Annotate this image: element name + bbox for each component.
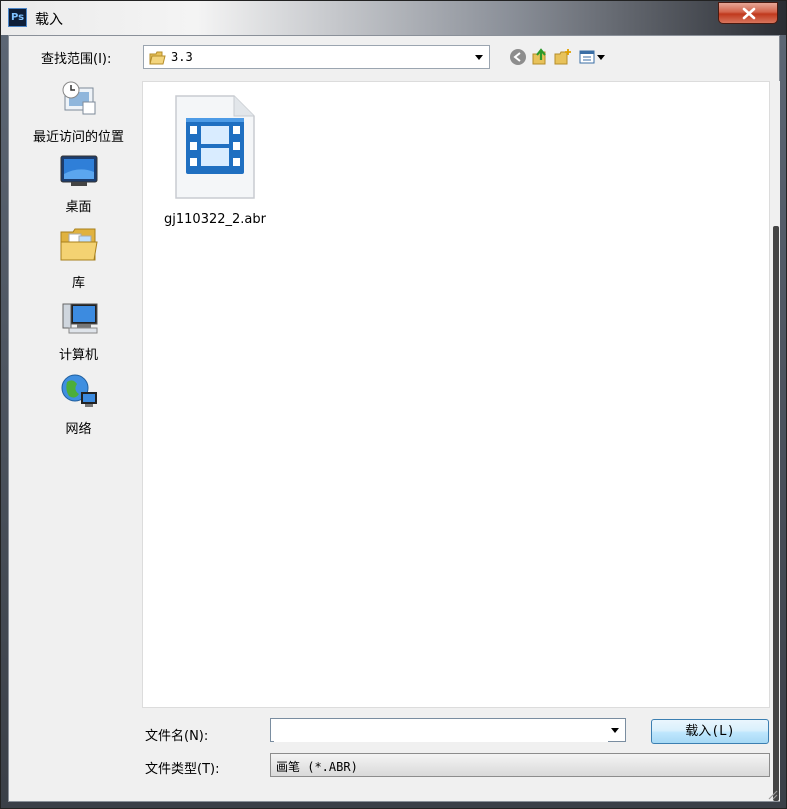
close-icon [742,7,756,20]
filetype-select[interactable]: 画笔 (*.ABR) [270,753,770,777]
file-list[interactable]: gj110322_2.abr [142,81,770,708]
place-label: 桌面 [65,200,92,215]
filetype-label: 文件类型(T): [145,762,220,777]
load-button[interactable]: 载入(L) [651,719,769,744]
filename-input[interactable] [274,720,608,742]
recent-places-icon [62,81,95,115]
file-name: gj110322_2.abr [164,212,266,227]
folder-icon [149,51,166,65]
filename-label: 文件名(N): [145,729,209,744]
dialog-window: Ps 载入 查找范围(I): 3.3 最近访问的位置 桌面 库 计算机 网络 g… [0,0,787,809]
lookin-combobox[interactable]: 3.3 [143,45,490,69]
place-label: 计算机 [58,348,98,363]
lookin-value: 3.3 [171,50,193,64]
place-recent[interactable]: 最近访问的位置 [18,80,139,145]
desktop-icon [60,155,97,186]
network-icon [61,374,97,407]
vertical-scrollbar[interactable] [771,81,780,801]
computer-icon [62,303,97,334]
filename-combobox[interactable] [270,718,626,742]
back-icon[interactable] [509,48,527,66]
new-folder-icon[interactable] [554,48,572,66]
places-bar: 最近访问的位置 桌面 库 计算机 网络 [18,80,139,800]
place-computer[interactable]: 计算机 [18,300,139,363]
place-libraries[interactable]: 库 [18,226,139,291]
place-label: 最近访问的位置 [32,130,124,145]
file-item[interactable]: gj110322_2.abr [155,94,275,227]
close-button[interactable] [718,2,778,24]
dialog-client-area: 查找范围(I): 3.3 最近访问的位置 桌面 库 计算机 网络 gj11032… [8,35,780,802]
lookin-label: 查找范围(I): [41,52,112,67]
libraries-icon [60,228,98,261]
place-label: 库 [71,276,85,291]
title-bar[interactable]: Ps 载入 [1,1,786,35]
video-file-icon [175,95,255,199]
chevron-down-icon[interactable] [475,55,483,60]
view-menu-icon[interactable] [579,48,607,66]
photoshop-app-icon: Ps [8,8,27,27]
scrollbar-thumb[interactable] [773,226,779,801]
up-folder-icon[interactable] [531,48,549,66]
place-desktop[interactable]: 桌面 [18,154,139,215]
resize-grip-icon[interactable] [766,788,778,800]
place-label: 网络 [65,422,92,437]
place-network[interactable]: 网络 [18,372,139,437]
filetype-value: 画笔 (*.ABR) [276,760,358,774]
dialog-title: 载入 [35,12,63,28]
chevron-down-icon[interactable] [611,728,619,733]
